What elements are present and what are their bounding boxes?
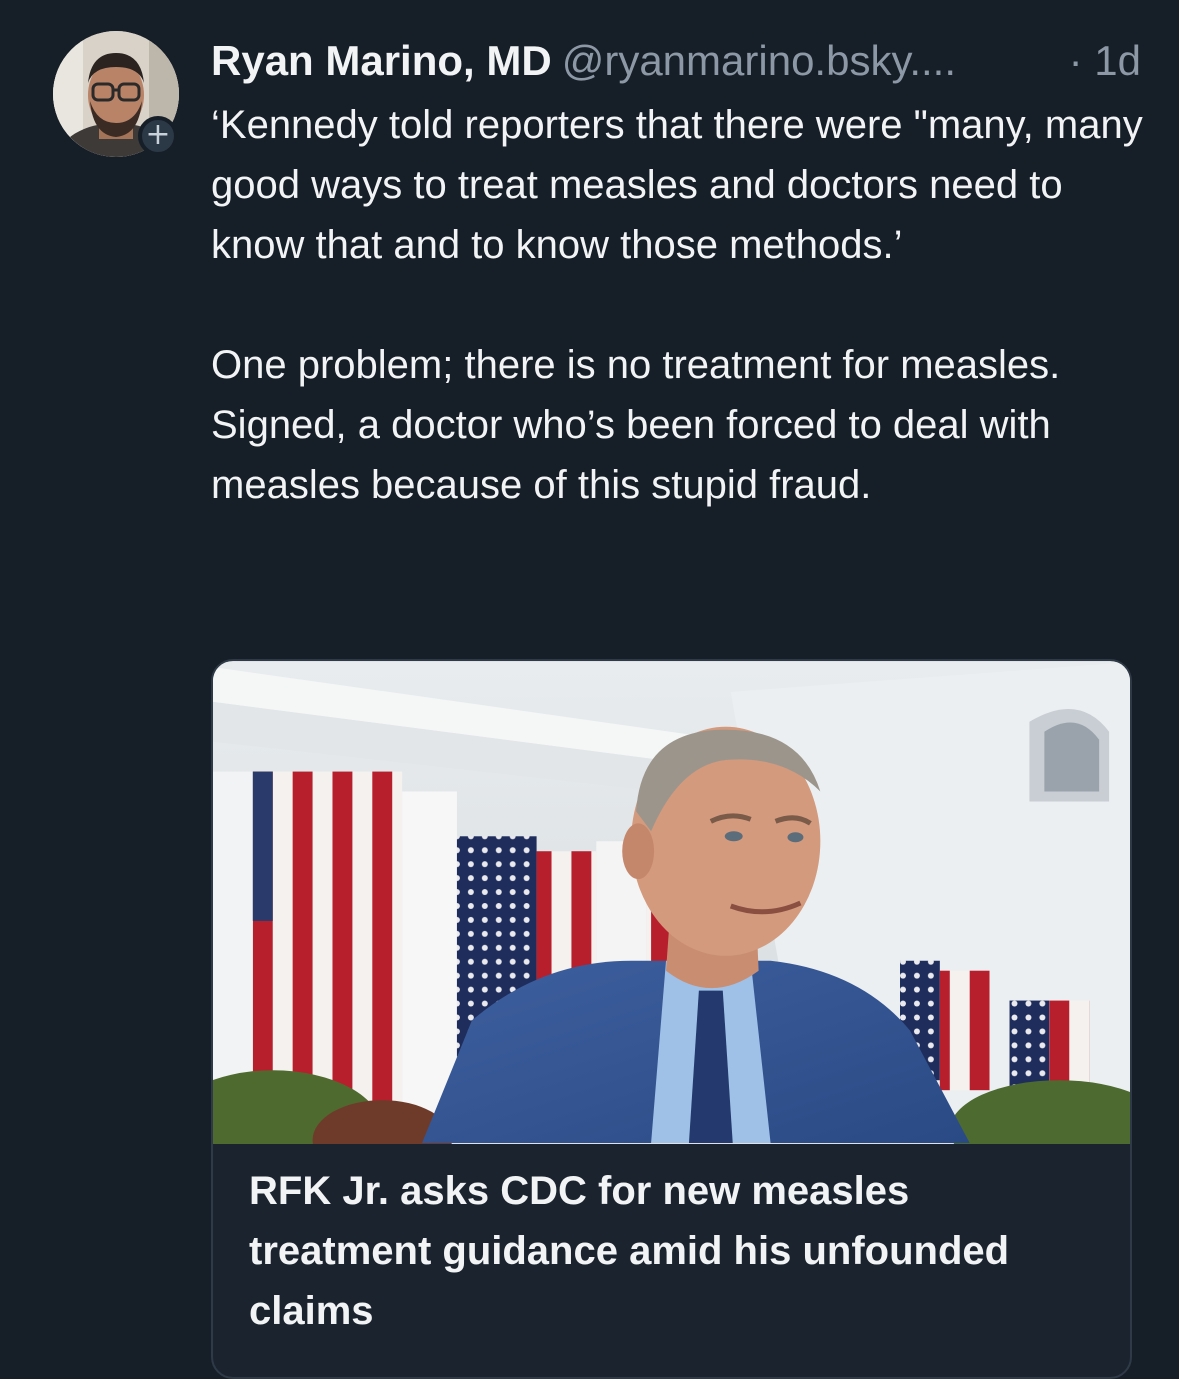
link-card[interactable]: RFK Jr. asks CDC for new measles treatme…	[211, 659, 1132, 1379]
link-card-image	[213, 661, 1130, 1144]
post-text: ‘Kennedy told reporters that there were …	[211, 103, 1143, 507]
link-card-title: RFK Jr. asks CDC for new measles treatme…	[249, 1169, 1010, 1333]
author-display-name[interactable]: Ryan Marino, MD	[211, 37, 552, 84]
post-header: Ryan Marino, MD @ryanmarino.bsky.... · 1d	[211, 31, 1141, 91]
follow-button[interactable]: +	[138, 116, 178, 156]
author-handle[interactable]: @ryanmarino.bsky....	[562, 37, 956, 84]
author-avatar[interactable]: +	[53, 31, 179, 157]
post-item[interactable]: + Ryan Marino, MD @ryanmarino.bsky.... · …	[0, 0, 1179, 1379]
post-timestamp[interactable]: · 1d	[1069, 31, 1141, 91]
plus-icon: +	[145, 117, 171, 152]
